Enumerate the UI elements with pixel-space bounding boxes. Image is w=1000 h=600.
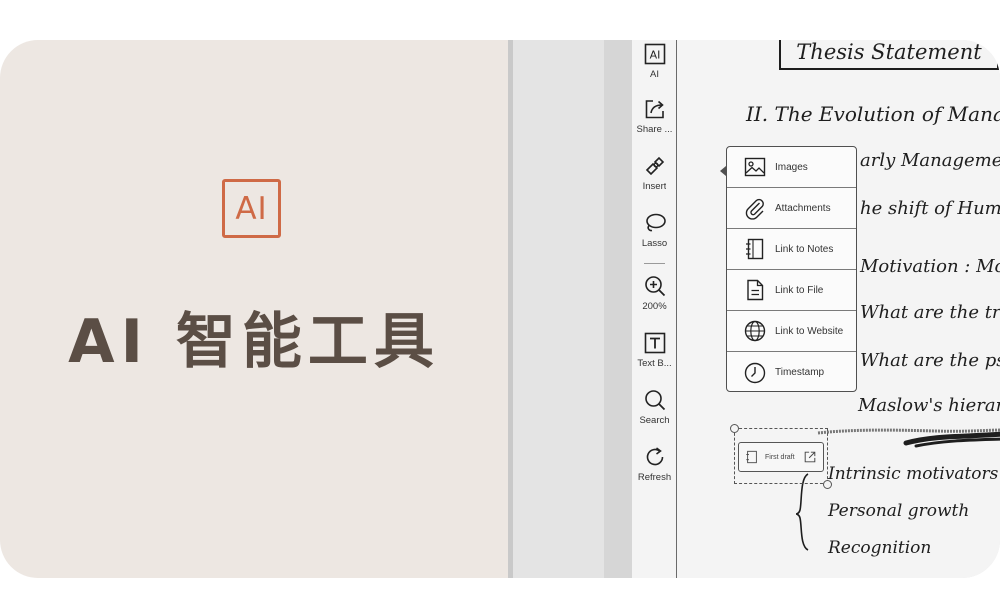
toolbar-zoom-label: 200% bbox=[642, 301, 667, 312]
toolbar-separator bbox=[644, 263, 665, 264]
note-line: II. The Evolution of Management bbox=[746, 102, 1000, 126]
insert-puzzle-icon bbox=[645, 156, 664, 176]
handwritten-notes[interactable]: Thesis Statement II. The Evolution of Ma… bbox=[678, 40, 1000, 578]
share-icon bbox=[645, 100, 664, 119]
first-draft-link[interactable]: First draft bbox=[738, 442, 824, 472]
brace-mark bbox=[795, 473, 809, 551]
note-line: Intrinsic motivators bbox=[828, 464, 999, 484]
note-line: What are the traditio bbox=[860, 302, 1000, 323]
menu-item-label: Images bbox=[775, 161, 808, 173]
zoom-in-icon bbox=[644, 276, 665, 297]
banner-title: AI 智能工具 bbox=[68, 307, 440, 377]
toolbar-textbox-button[interactable]: Text B... bbox=[632, 331, 677, 369]
paperclip-icon bbox=[745, 198, 764, 220]
toolbar-lasso-button[interactable]: Lasso bbox=[632, 211, 677, 249]
toolbar-zoom-button[interactable]: 200% bbox=[632, 274, 677, 312]
ai-icon: AI bbox=[644, 43, 665, 65]
note-line: he shift of Huma bbox=[860, 198, 1000, 219]
search-icon bbox=[644, 390, 665, 411]
promo-card: AI AI 智能工具 AI AI Share ... Insert Lasso … bbox=[0, 40, 1000, 578]
file-icon bbox=[747, 279, 764, 301]
first-draft-label: First draft bbox=[765, 453, 795, 461]
toolbar-textbox-label: Text B... bbox=[637, 358, 672, 369]
menu-item-label: Link to Notes bbox=[775, 243, 834, 255]
toolbar-lasso-label: Lasso bbox=[641, 238, 668, 249]
notebook-icon bbox=[746, 238, 764, 260]
resize-handle[interactable] bbox=[823, 480, 832, 489]
thesis-text: Thesis Statement bbox=[796, 40, 982, 64]
text-box-icon bbox=[644, 332, 665, 354]
toolbar-share-button[interactable]: Share ... bbox=[632, 97, 677, 135]
toolbar-share-label: Share ... bbox=[636, 124, 673, 135]
ai-badge-icon: AI bbox=[222, 179, 281, 238]
svg-text:AI: AI bbox=[649, 49, 660, 62]
insert-menu: Images Attachments Link to Notes Link to… bbox=[726, 146, 857, 392]
toolbar-ai-button[interactable]: AI AI bbox=[632, 42, 677, 80]
image-icon bbox=[744, 157, 766, 177]
menu-item-link-notes[interactable]: Link to Notes bbox=[727, 229, 856, 270]
note-line: Maslow's hierarchy bbox=[858, 395, 1000, 416]
refresh-icon bbox=[646, 447, 663, 466]
menu-item-images[interactable]: Images bbox=[727, 147, 856, 188]
menu-item-link-website[interactable]: Link to Website bbox=[727, 311, 856, 352]
rotate-handle[interactable] bbox=[730, 424, 739, 433]
toolbar-insert-label: Insert bbox=[642, 181, 667, 192]
ink-scribble bbox=[817, 428, 1000, 448]
note-line: What are the psycholo bbox=[860, 350, 1000, 371]
toolbar-refresh-button[interactable]: Refresh bbox=[632, 445, 677, 483]
menu-item-timestamp[interactable]: Timestamp bbox=[727, 352, 856, 393]
toolbar-insert-button[interactable]: Insert bbox=[632, 154, 677, 192]
device-edge bbox=[508, 40, 513, 578]
notebook-icon bbox=[746, 450, 757, 464]
lasso-icon bbox=[645, 213, 666, 232]
device-bezel bbox=[604, 40, 632, 578]
menu-item-label: Link to File bbox=[775, 284, 824, 296]
toolbar-search-label: Search bbox=[639, 415, 670, 426]
open-external-icon bbox=[804, 451, 816, 463]
menu-item-link-file[interactable]: Link to File bbox=[727, 270, 856, 311]
menu-item-attachments[interactable]: Attachments bbox=[727, 188, 856, 229]
toolbar-ai-label: AI bbox=[650, 69, 659, 80]
ai-badge-text: AI bbox=[235, 190, 268, 227]
note-line: Motivation : Monetary bbox=[860, 256, 1000, 277]
device-frame: AI AI Share ... Insert Lasso 200% Text B… bbox=[508, 40, 1000, 578]
toolbar-search-button[interactable]: Search bbox=[632, 388, 677, 426]
globe-icon bbox=[744, 320, 766, 342]
side-toolbar: AI AI Share ... Insert Lasso 200% Text B… bbox=[632, 40, 677, 578]
clock-icon bbox=[744, 362, 766, 383]
feature-banner: AI AI 智能工具 bbox=[0, 40, 508, 578]
note-screen: AI AI Share ... Insert Lasso 200% Text B… bbox=[632, 40, 1000, 578]
menu-item-label: Attachments bbox=[775, 202, 831, 214]
note-line: arly Management Mo bbox=[860, 150, 1000, 171]
note-line: Recognition bbox=[828, 538, 932, 558]
thesis-heading: Thesis Statement bbox=[779, 40, 999, 70]
toolbar-refresh-label: Refresh bbox=[637, 472, 672, 483]
menu-item-label: Timestamp bbox=[775, 367, 825, 378]
menu-item-label: Link to Website bbox=[775, 325, 844, 337]
note-line: Personal growth bbox=[828, 501, 970, 521]
